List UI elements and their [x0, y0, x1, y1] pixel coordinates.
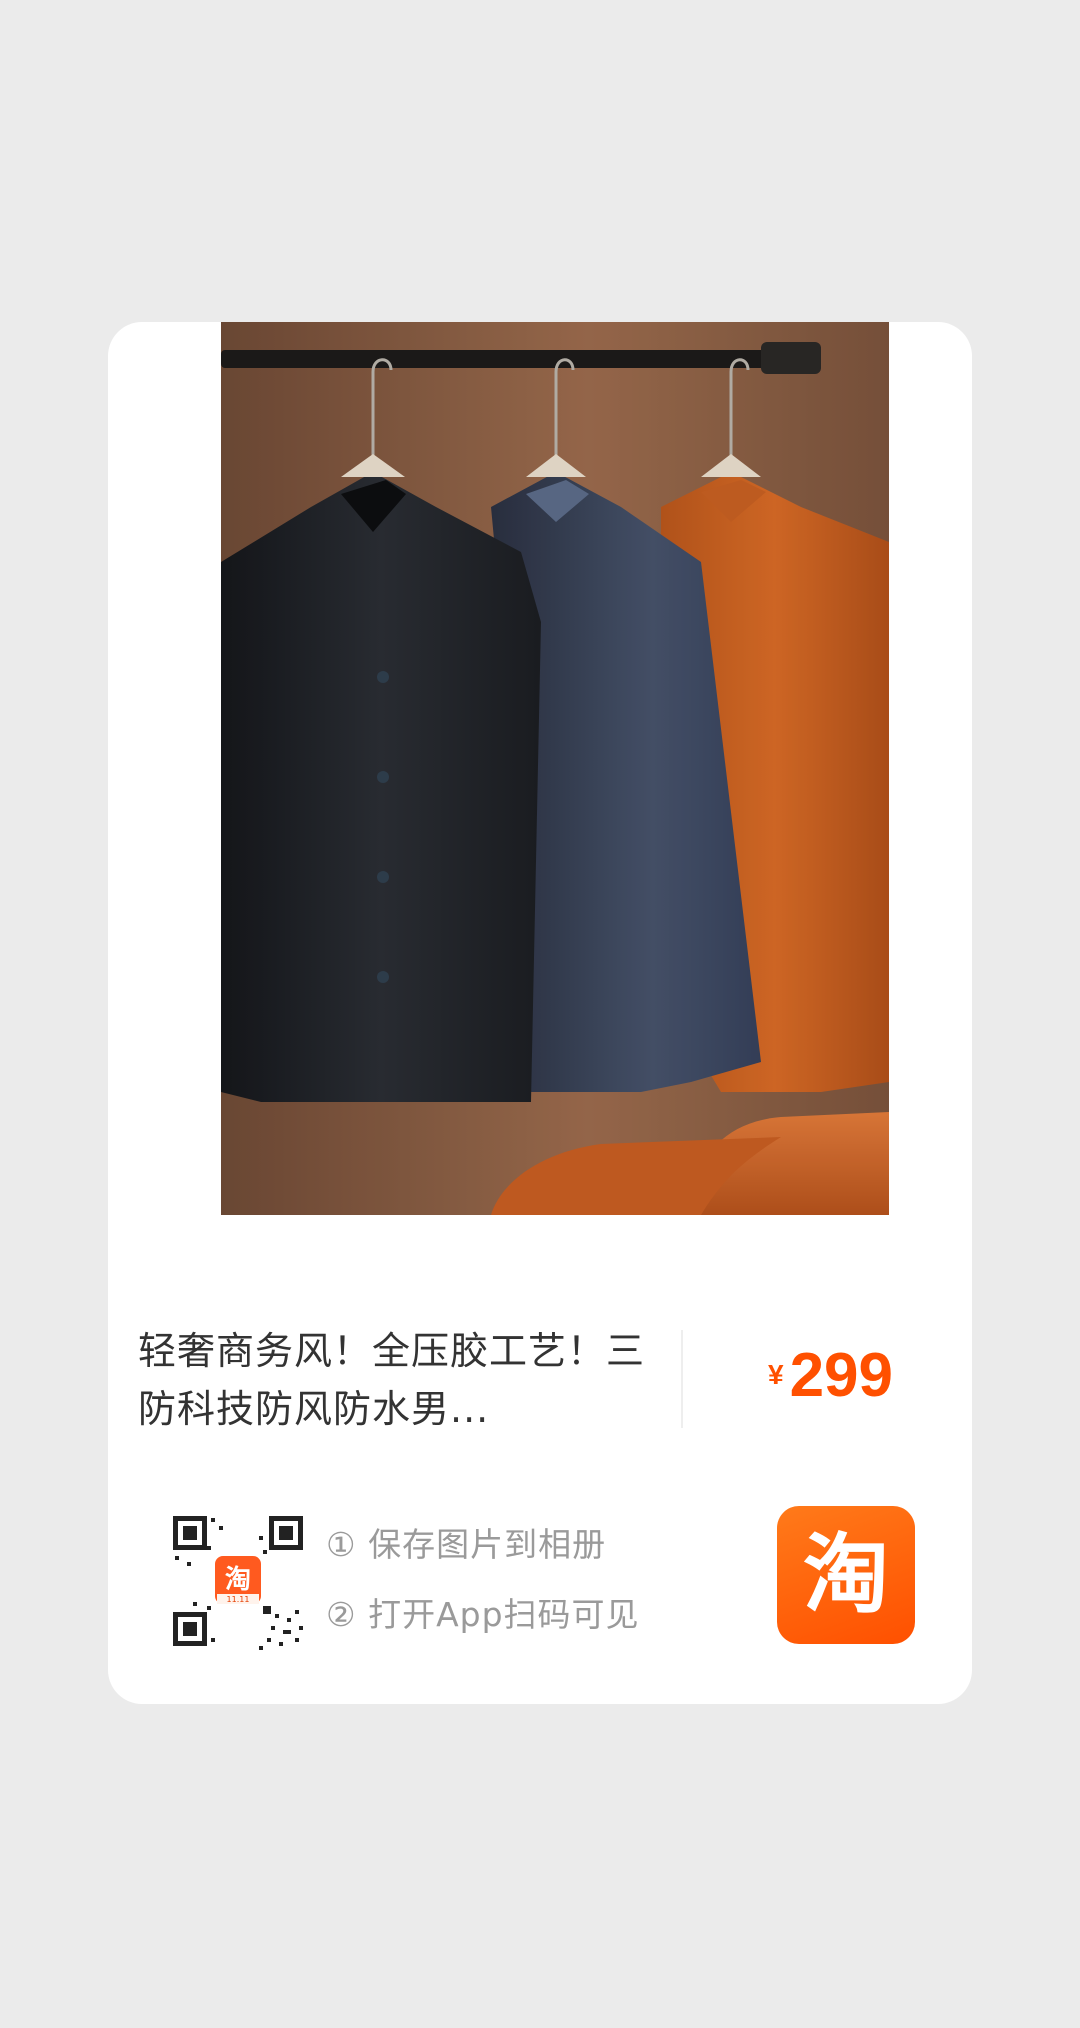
divider — [681, 1330, 683, 1428]
currency-symbol: ¥ — [768, 1359, 784, 1390]
share-card: 轻奢商务风！全压胶工艺！三防科技防风防水男... ¥299 淘 11.11 ① … — [108, 322, 972, 1704]
qr-badge-icon: 淘 — [225, 1565, 251, 1595]
taobao-app-icon[interactable]: 淘 — [777, 1506, 915, 1644]
qr-code: 淘 11.11 — [163, 1506, 313, 1656]
qr-badge-sub: 11.11 — [227, 1595, 250, 1604]
price: ¥299 — [768, 1340, 893, 1411]
product-title[interactable]: 轻奢商务风！全压胶工艺！三防科技防风防水男... — [138, 1322, 658, 1438]
scan-instructions: ① 保存图片到相册 ② 打开App扫码可见 — [326, 1510, 640, 1650]
instruction-step-1: ① 保存图片到相册 — [326, 1525, 607, 1564]
product-image[interactable] — [221, 322, 889, 1215]
qr-code-icon: 淘 11.11 — [173, 1516, 303, 1650]
instruction-step-2: ② 打开App扫码可见 — [326, 1595, 640, 1634]
price-value: 299 — [789, 1341, 894, 1410]
